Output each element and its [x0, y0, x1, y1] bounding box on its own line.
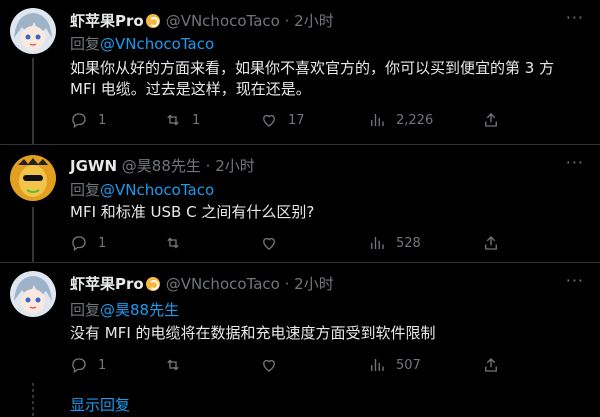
- reply-icon: [72, 236, 86, 252]
- reply-button[interactable]: 1: [70, 355, 106, 375]
- reply-context: 回复@VNchocoTaco: [70, 179, 214, 200]
- verified-emoji-icon: [145, 14, 160, 28]
- handle[interactable]: @昊88先生: [122, 157, 201, 175]
- avatar-anime[interactable]: [10, 271, 56, 317]
- share-icon: [485, 236, 497, 250]
- reply-to-link[interactable]: @VNchocoTaco: [100, 181, 214, 199]
- tweet-text: MFI 和标准 USB C 之间有什么区别?: [70, 203, 315, 221]
- retweet-button[interactable]: [164, 355, 192, 375]
- views-icon: [371, 359, 384, 371]
- views-button[interactable]: 2,226: [368, 110, 433, 130]
- reply-button[interactable]: 1: [70, 233, 106, 253]
- reply-prefix: 回复: [70, 181, 101, 199]
- views-count: 507: [396, 357, 421, 373]
- views-icon: [371, 114, 384, 126]
- retweet-icon: [167, 114, 179, 126]
- retweet-button[interactable]: [164, 233, 192, 253]
- handle[interactable]: @VNchocoTaco: [166, 12, 280, 30]
- retweet-icon: [167, 359, 179, 371]
- like-button[interactable]: 17: [260, 110, 305, 130]
- views-button[interactable]: 528: [368, 233, 421, 253]
- reply-context: 回复@VNchocoTaco: [70, 33, 214, 54]
- reply-icon: [72, 358, 86, 374]
- avatar-anime[interactable]: [10, 8, 56, 54]
- reply-prefix: 回复: [70, 301, 101, 319]
- like-icon: [263, 237, 275, 250]
- verified-emoji-icon: [145, 277, 160, 291]
- timestamp[interactable]: · 2小时: [285, 275, 334, 293]
- share-button[interactable]: [482, 110, 500, 130]
- share-icon: [485, 358, 497, 372]
- more-options-icon[interactable]: ···: [566, 8, 584, 27]
- tweet-header: 虾苹果Pro @VNchocoTaco · 2小时: [70, 10, 334, 31]
- thread-dotted-line: [32, 383, 34, 417]
- retweet-button[interactable]: 1: [164, 110, 200, 130]
- timestamp[interactable]: · 2小时: [206, 157, 255, 175]
- handle[interactable]: @VNchocoTaco: [166, 275, 280, 293]
- tweet-header: 虾苹果Pro @VNchocoTaco · 2小时: [70, 273, 334, 294]
- timestamp[interactable]: · 2小时: [285, 12, 334, 30]
- like-icon: [263, 114, 275, 127]
- like-button[interactable]: [260, 355, 288, 375]
- show-replies-link[interactable]: 显示回复: [70, 394, 130, 415]
- views-icon: [371, 237, 384, 249]
- display-name[interactable]: 虾苹果Pro: [70, 275, 144, 293]
- tweet-text: 没有 MFI 的电缆将在数据和充电速度方面受到软件限制: [70, 324, 436, 342]
- share-icon: [485, 113, 497, 127]
- more-options-icon[interactable]: ···: [566, 153, 584, 172]
- tweet-2[interactable]: JGWN @昊88先生 · 2小时 ··· 回复@VNchocoTaco MFI…: [0, 144, 600, 263]
- tweet-text: 如果你从好的方面来看，如果你不喜欢官方的，你可以买到便宜的第 3 方 MFI 电…: [70, 59, 555, 98]
- retweet-count: 1: [192, 112, 201, 128]
- reply-context: 回复@昊88先生: [70, 299, 179, 320]
- display-name[interactable]: JGWN: [70, 157, 117, 175]
- reply-count: 1: [98, 357, 107, 373]
- tweet-1[interactable]: 虾苹果Pro @VNchocoTaco · 2小时 ··· 回复@VNchocoT…: [0, 0, 600, 144]
- share-button[interactable]: [482, 233, 500, 253]
- retweet-icon: [167, 237, 179, 249]
- reply-to-link[interactable]: @昊88先生: [100, 301, 179, 319]
- like-icon: [263, 359, 275, 372]
- reply-prefix: 回复: [70, 35, 101, 53]
- like-count: 17: [288, 112, 305, 128]
- tweet-3[interactable]: 虾苹果Pro @VNchocoTaco · 2小时 ··· 回复@昊88先生 没有…: [0, 262, 600, 383]
- reply-count: 1: [98, 235, 107, 251]
- views-button[interactable]: 507: [368, 355, 421, 375]
- views-count: 528: [396, 235, 421, 251]
- thread-line: [32, 207, 34, 263]
- thread-line: [32, 58, 34, 144]
- reply-to-link[interactable]: @VNchocoTaco: [100, 35, 214, 53]
- tweet-header: JGWN @昊88先生 · 2小时: [70, 155, 255, 176]
- reply-icon: [72, 113, 86, 129]
- share-button[interactable]: [482, 355, 500, 375]
- reply-button[interactable]: 1: [70, 110, 106, 130]
- more-options-icon[interactable]: ···: [566, 271, 584, 290]
- display-name[interactable]: 虾苹果Pro: [70, 12, 144, 30]
- views-count: 2,226: [396, 112, 434, 128]
- reply-count: 1: [98, 112, 107, 128]
- avatar-cartoon[interactable]: [10, 155, 56, 201]
- like-button[interactable]: [260, 233, 288, 253]
